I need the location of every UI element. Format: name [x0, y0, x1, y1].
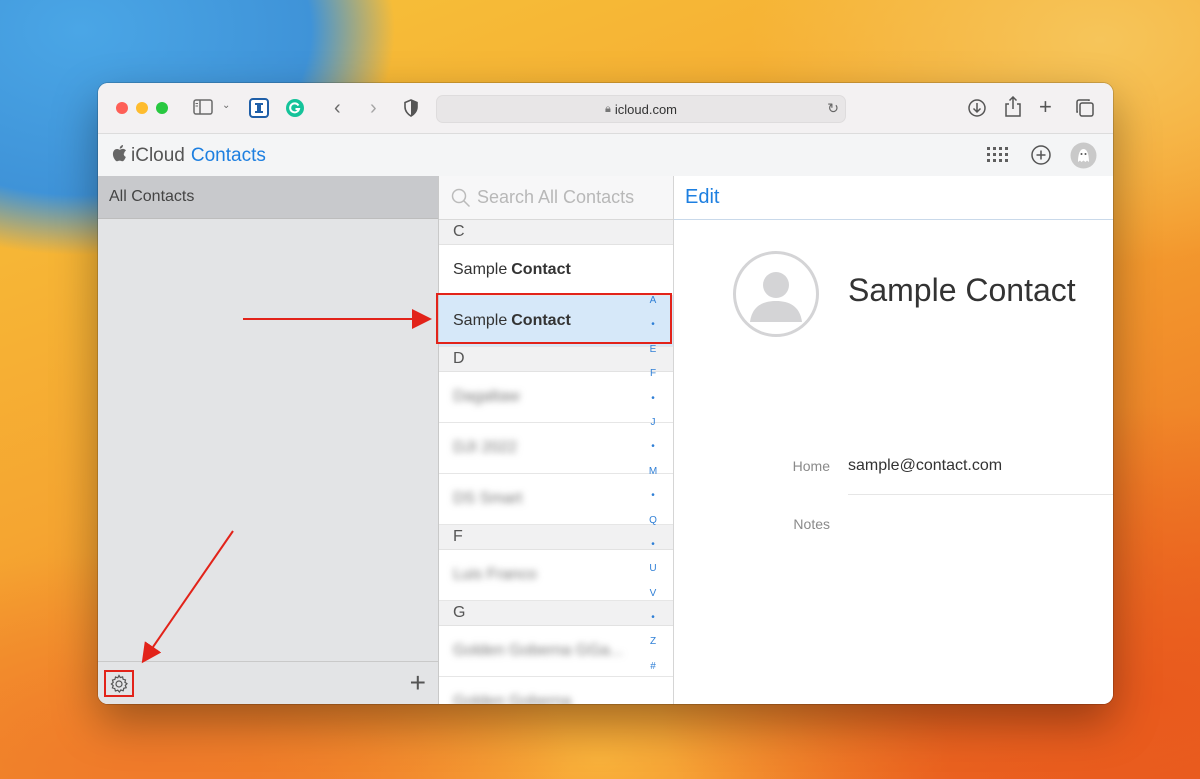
address-bar[interactable]: 🔒︎ icloud.com ↻: [436, 95, 846, 123]
field-divider: [848, 494, 1113, 495]
zoom-window-button[interactable]: [156, 102, 168, 114]
contact-name: Sample Contact: [848, 272, 1076, 308]
contact-avatar-icon: [733, 251, 819, 337]
settings-button[interactable]: [104, 670, 134, 697]
search-placeholder: Search All Contacts: [477, 187, 635, 207]
index-letter[interactable]: Q: [643, 509, 663, 533]
list-item[interactable]: Golden Goberna GGa...: [439, 626, 673, 677]
index-letter[interactable]: J: [643, 411, 663, 435]
selected-contact-highlight: [436, 293, 672, 344]
index-letter[interactable]: V: [643, 582, 663, 606]
app-name-label: Contacts: [190, 144, 266, 166]
new-tab-icon[interactable]: +: [1039, 94, 1052, 120]
search-field[interactable]: Search All Contacts: [439, 176, 673, 220]
add-group-button[interactable]: +: [410, 669, 426, 697]
edit-button[interactable]: Edit: [685, 186, 719, 209]
list-item[interactable]: Golden Goberna: [439, 677, 673, 704]
minimize-window-button[interactable]: [136, 102, 148, 114]
close-window-button[interactable]: [116, 102, 128, 114]
search-icon: [451, 188, 471, 207]
sidebar-toggle-icon[interactable]: [193, 99, 213, 115]
index-dot[interactable]: •: [643, 606, 663, 630]
privacy-shield-icon[interactable]: [403, 99, 419, 117]
sidebar-footer: +: [98, 661, 438, 704]
account-avatar[interactable]: [1070, 142, 1097, 174]
app-title: iCloud Contacts: [112, 144, 266, 167]
index-dot[interactable]: •: [643, 387, 663, 411]
browser-window: ⌄ ‹ › 🔒︎ icloud.com ↻ + iCloud Contacts …: [98, 83, 1113, 704]
list-item[interactable]: DS Smart: [439, 474, 673, 525]
back-icon[interactable]: ‹: [334, 97, 341, 120]
home-email-value[interactable]: sample@contact.com: [848, 457, 1002, 475]
gear-icon: [110, 673, 128, 693]
share-icon[interactable]: [1004, 96, 1022, 118]
index-letter[interactable]: Z: [643, 630, 663, 654]
detail-toolbar: Edit: [674, 176, 1113, 220]
forward-icon[interactable]: ›: [370, 97, 377, 120]
index-letter[interactable]: U: [643, 557, 663, 581]
notes-label: Notes: [793, 516, 830, 532]
section-header-c: C: [439, 220, 673, 245]
all-contacts-item[interactable]: All Contacts: [98, 176, 438, 219]
index-letter[interactable]: M: [643, 460, 663, 484]
index-dot[interactable]: •: [643, 484, 663, 508]
app-header: iCloud Contacts: [98, 134, 1113, 177]
app-launcher-icon[interactable]: [986, 146, 1008, 169]
index-letter[interactable]: #: [643, 655, 663, 679]
brand-label: iCloud: [131, 144, 185, 166]
index-dot[interactable]: •: [643, 533, 663, 557]
list-item[interactable]: DJI 2022: [439, 423, 673, 474]
tab-overview-icon[interactable]: [1075, 98, 1095, 118]
lock-icon: 🔒︎: [605, 102, 611, 115]
chevron-down-icon[interactable]: ⌄: [222, 100, 230, 111]
section-header-d: D: [439, 347, 673, 372]
browser-toolbar: ⌄ ‹ › 🔒︎ icloud.com ↻ +: [98, 83, 1113, 134]
address-url: icloud.com: [614, 101, 677, 117]
grammarly-extension-icon[interactable]: [285, 98, 305, 118]
textise-extension-icon[interactable]: [249, 98, 269, 118]
contact-detail: Edit Sample Contact Home sample@contact.…: [674, 176, 1113, 704]
reload-icon[interactable]: ↻: [827, 100, 839, 117]
downloads-icon[interactable]: [967, 98, 987, 118]
index-dot[interactable]: •: [643, 435, 663, 459]
add-circle-icon[interactable]: [1030, 144, 1052, 171]
home-email-label: Home: [792, 458, 830, 474]
list-item[interactable]: Luis Franco: [439, 550, 673, 601]
groups-sidebar: All Contacts +: [98, 176, 439, 704]
apple-logo-icon: [112, 144, 127, 167]
section-header-g: G: [439, 601, 673, 626]
contact-list: Search All Contacts C Sample Contact Samp…: [439, 176, 674, 704]
section-header-f: F: [439, 525, 673, 550]
list-item[interactable]: Sample Contact: [439, 245, 673, 296]
alphabet-index[interactable]: A • E F • J • M • Q • U V • Z #: [643, 289, 663, 679]
index-letter[interactable]: F: [643, 362, 663, 386]
list-item[interactable]: Dagaltaw: [439, 372, 673, 423]
